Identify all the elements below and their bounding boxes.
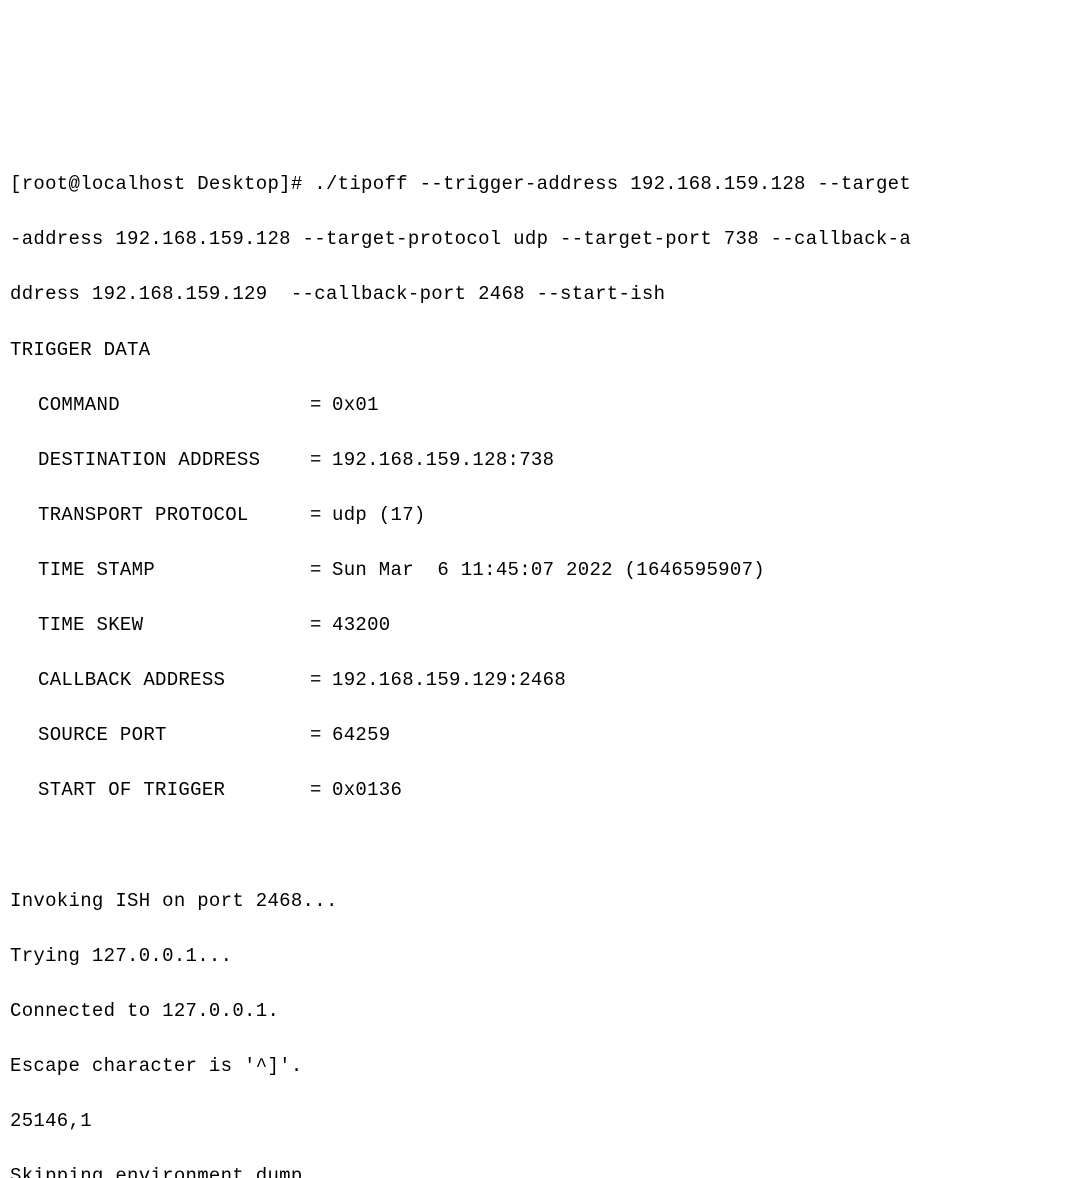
equals-sign: = (310, 392, 332, 420)
equals-sign: = (310, 777, 332, 805)
equals-sign: = (310, 502, 332, 530)
equals-sign: = (310, 612, 332, 640)
field-time-stamp: TIME STAMP=Sun Mar 6 11:45:07 2022 (1646… (10, 557, 1070, 585)
output-escape: Escape character is '^]'. (10, 1053, 1070, 1081)
shell-prompt: [root@localhost Desktop]# (10, 173, 314, 195)
field-value: Sun Mar 6 11:45:07 2022 (1646595907) (332, 557, 765, 585)
output-skipping: Skipping environment dump... (10, 1163, 1070, 1178)
field-value: 0x0136 (332, 777, 402, 805)
field-value: 192.168.159.129:2468 (332, 667, 566, 695)
trigger-data-header: TRIGGER DATA (10, 337, 1070, 365)
field-start-of-trigger: START OF TRIGGER=0x0136 (10, 777, 1070, 805)
equals-sign: = (310, 667, 332, 695)
output-trying: Trying 127.0.0.1... (10, 943, 1070, 971)
field-transport-protocol: TRANSPORT PROTOCOL=udp (17) (10, 502, 1070, 530)
field-destination-address: DESTINATION ADDRESS=192.168.159.128:738 (10, 447, 1070, 475)
command-line-2: -address 192.168.159.128 --target-protoc… (10, 226, 1070, 254)
terminal-output[interactable]: [root@localhost Desktop]# ./tipoff --tri… (10, 116, 1070, 1178)
field-value: udp (17) (332, 502, 426, 530)
field-callback-address: CALLBACK ADDRESS=192.168.159.129:2468 (10, 667, 1070, 695)
equals-sign: = (310, 447, 332, 475)
field-value: 192.168.159.128:738 (332, 447, 554, 475)
field-label: TRANSPORT PROTOCOL (10, 502, 310, 530)
field-source-port: SOURCE PORT=64259 (10, 722, 1070, 750)
field-label: TIME SKEW (10, 612, 310, 640)
field-value: 43200 (332, 612, 391, 640)
field-value: 64259 (332, 722, 391, 750)
command-line-3: ddress 192.168.159.129 --callback-port 2… (10, 281, 1070, 309)
field-label: COMMAND (10, 392, 310, 420)
output-invoking: Invoking ISH on port 2468... (10, 888, 1070, 916)
command-line-1: [root@localhost Desktop]# ./tipoff --tri… (10, 171, 1070, 199)
field-command: COMMAND=0x01 (10, 392, 1070, 420)
output-connected: Connected to 127.0.0.1. (10, 998, 1070, 1026)
field-label: DESTINATION ADDRESS (10, 447, 310, 475)
field-label: TIME STAMP (10, 557, 310, 585)
equals-sign: = (310, 722, 332, 750)
field-label: CALLBACK ADDRESS (10, 667, 310, 695)
field-time-skew: TIME SKEW=43200 (10, 612, 1070, 640)
field-label: SOURCE PORT (10, 722, 310, 750)
field-label: START OF TRIGGER (10, 777, 310, 805)
command-text: ./tipoff --trigger-address 192.168.159.1… (314, 173, 911, 195)
equals-sign: = (310, 557, 332, 585)
field-value: 0x01 (332, 392, 379, 420)
blank-line (10, 832, 1070, 860)
output-number: 25146,1 (10, 1108, 1070, 1136)
